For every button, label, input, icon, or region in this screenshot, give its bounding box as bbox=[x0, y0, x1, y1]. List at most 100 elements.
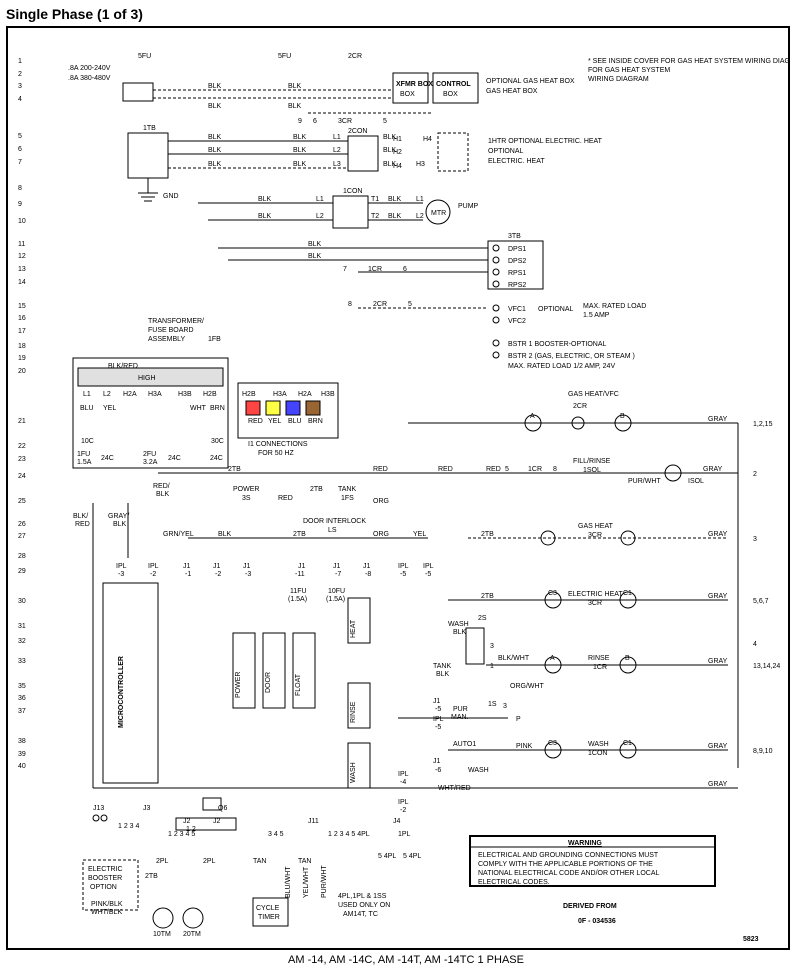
svg-text:2S: 2S bbox=[478, 615, 487, 622]
svg-text:-6: -6 bbox=[435, 767, 441, 774]
svg-text:17: 17 bbox=[18, 328, 26, 335]
svg-text:J4: J4 bbox=[393, 818, 401, 825]
svg-text:GAS HEAT/VFC: GAS HEAT/VFC bbox=[568, 391, 619, 398]
svg-text:LS: LS bbox=[328, 527, 337, 534]
svg-text:(1.5A): (1.5A) bbox=[326, 596, 345, 603]
svg-text:WASH: WASH bbox=[468, 767, 489, 774]
svg-text:RED: RED bbox=[75, 521, 90, 528]
svg-text:8: 8 bbox=[18, 185, 22, 192]
svg-text:18: 18 bbox=[18, 343, 26, 350]
svg-text:1CR: 1CR bbox=[528, 466, 542, 473]
svg-text:-2: -2 bbox=[215, 571, 221, 578]
svg-text:WARNING: WARNING bbox=[568, 840, 602, 847]
svg-text:-5: -5 bbox=[425, 571, 431, 578]
svg-text:.8A 200-240V: .8A 200-240V bbox=[68, 65, 111, 72]
svg-text:J1: J1 bbox=[243, 563, 251, 570]
svg-text:9: 9 bbox=[18, 201, 22, 208]
svg-text:36: 36 bbox=[18, 695, 26, 702]
svg-text:BLU/WHT: BLU/WHT bbox=[285, 866, 292, 898]
svg-text:GRAY/: GRAY/ bbox=[108, 513, 129, 520]
svg-text:BRN: BRN bbox=[308, 418, 323, 425]
svg-text:4: 4 bbox=[753, 641, 757, 648]
svg-text:5 4PL: 5 4PL bbox=[378, 853, 396, 860]
svg-text:P: P bbox=[516, 716, 521, 723]
svg-text:WHT: WHT bbox=[190, 405, 207, 412]
svg-text:PUMP: PUMP bbox=[458, 203, 479, 210]
svg-text:BLK: BLK bbox=[208, 147, 222, 154]
bottom-connectors: J13 J31 2 3 4 J21 2J2 1 2 3 4 5 J113 4 5… bbox=[93, 798, 411, 838]
svg-text:30C: 30C bbox=[211, 438, 224, 445]
svg-text:24: 24 bbox=[18, 473, 26, 480]
svg-text:8: 8 bbox=[553, 466, 557, 473]
svg-text:BLK: BLK bbox=[288, 83, 302, 90]
svg-text:BLK: BLK bbox=[208, 83, 222, 90]
svg-text:H2A: H2A bbox=[123, 391, 137, 398]
svg-text:10TM: 10TM bbox=[153, 931, 171, 938]
svg-text:-5: -5 bbox=[435, 724, 441, 731]
svg-text:.8A 380-480V: .8A 380-480V bbox=[68, 75, 111, 82]
svg-text:POWER: POWER bbox=[235, 672, 242, 698]
svg-text:GRAY: GRAY bbox=[708, 781, 728, 788]
svg-text:RPS1: RPS1 bbox=[508, 270, 526, 277]
svg-text:BLK/: BLK/ bbox=[73, 513, 88, 520]
svg-text:12: 12 bbox=[18, 253, 26, 260]
svg-text:L2: L2 bbox=[316, 213, 324, 220]
svg-text:L1: L1 bbox=[83, 391, 91, 398]
svg-text:J1: J1 bbox=[363, 563, 371, 570]
svg-text:BOX: BOX bbox=[400, 91, 415, 98]
svg-text:BSTR 1 BOOSTER-OPTIONAL: BSTR 1 BOOSTER-OPTIONAL bbox=[508, 341, 607, 348]
svg-text:GND: GND bbox=[163, 193, 179, 200]
svg-text:WASH: WASH bbox=[448, 621, 469, 628]
svg-text:RINSE: RINSE bbox=[350, 701, 357, 723]
svg-text:ORG: ORG bbox=[373, 498, 389, 505]
svg-text:30: 30 bbox=[18, 598, 26, 605]
svg-text:BLK: BLK bbox=[258, 213, 272, 220]
svg-text:YEL: YEL bbox=[103, 405, 116, 412]
svg-text:J1: J1 bbox=[213, 563, 221, 570]
svg-text:38: 38 bbox=[18, 738, 26, 745]
svg-text:26: 26 bbox=[18, 521, 26, 528]
svg-text:OPTIONAL: OPTIONAL bbox=[538, 306, 574, 313]
svg-text:A: A bbox=[530, 413, 535, 420]
svg-text:OPTIONAL GAS HEAT BOX: OPTIONAL GAS HEAT BOX bbox=[486, 78, 575, 85]
svg-text:ELECTRICAL AND GROUNDING CONNE: ELECTRICAL AND GROUNDING CONNECTIONS MUS… bbox=[478, 852, 659, 859]
svg-text:1CR: 1CR bbox=[368, 266, 382, 273]
svg-text:1S: 1S bbox=[488, 701, 497, 708]
svg-text:BLK: BLK bbox=[383, 161, 397, 168]
svg-text:-8: -8 bbox=[365, 571, 371, 578]
svg-text:IPL: IPL bbox=[398, 771, 409, 778]
svg-text:3: 3 bbox=[18, 83, 22, 90]
svg-text:2TB: 2TB bbox=[481, 593, 494, 600]
svg-text:6: 6 bbox=[403, 266, 407, 273]
svg-text:2TB: 2TB bbox=[310, 486, 323, 493]
svg-text:24C: 24C bbox=[210, 455, 223, 462]
svg-text:1TB: 1TB bbox=[143, 125, 156, 132]
svg-text:MAX. RATED LOAD 1/2 AMP, 24V: MAX. RATED LOAD 1/2 AMP, 24V bbox=[508, 363, 615, 370]
svg-text:1: 1 bbox=[490, 663, 494, 670]
svg-text:J2: J2 bbox=[183, 818, 191, 825]
svg-text:2: 2 bbox=[18, 71, 22, 78]
svg-text:GRAY: GRAY bbox=[708, 416, 728, 423]
svg-text:H3B: H3B bbox=[178, 391, 192, 398]
diagram-frame: 1234 567 8910 11121314 151617 181920 212… bbox=[6, 26, 790, 950]
svg-text:-5: -5 bbox=[435, 706, 441, 713]
svg-text:37: 37 bbox=[18, 708, 26, 715]
svg-text:BLK: BLK bbox=[436, 671, 450, 678]
svg-text:ELECTRIC HEAT: ELECTRIC HEAT bbox=[568, 591, 623, 598]
svg-text:B: B bbox=[625, 655, 630, 662]
svg-text:H4: H4 bbox=[423, 136, 432, 143]
svg-text:NATIONAL ELECTRICAL CODE AND/O: NATIONAL ELECTRICAL CODE AND/OR OTHER LO… bbox=[478, 870, 659, 877]
svg-text:-5: -5 bbox=[400, 571, 406, 578]
svg-text:BLK: BLK bbox=[288, 103, 302, 110]
svg-text:3.2A: 3.2A bbox=[143, 459, 158, 466]
svg-text:GRAY: GRAY bbox=[708, 593, 728, 600]
svg-text:-2: -2 bbox=[150, 571, 156, 578]
svg-text:8,9,10: 8,9,10 bbox=[753, 748, 773, 755]
svg-text:H2B: H2B bbox=[203, 391, 217, 398]
svg-text:J13: J13 bbox=[93, 805, 104, 812]
svg-text:BLK: BLK bbox=[113, 521, 127, 528]
svg-text:H3: H3 bbox=[416, 161, 425, 168]
svg-text:BLK: BLK bbox=[218, 531, 232, 538]
svg-text:1FB: 1FB bbox=[208, 336, 221, 343]
svg-text:FOR GAS HEAT SYSTEM: FOR GAS HEAT SYSTEM bbox=[588, 67, 670, 74]
